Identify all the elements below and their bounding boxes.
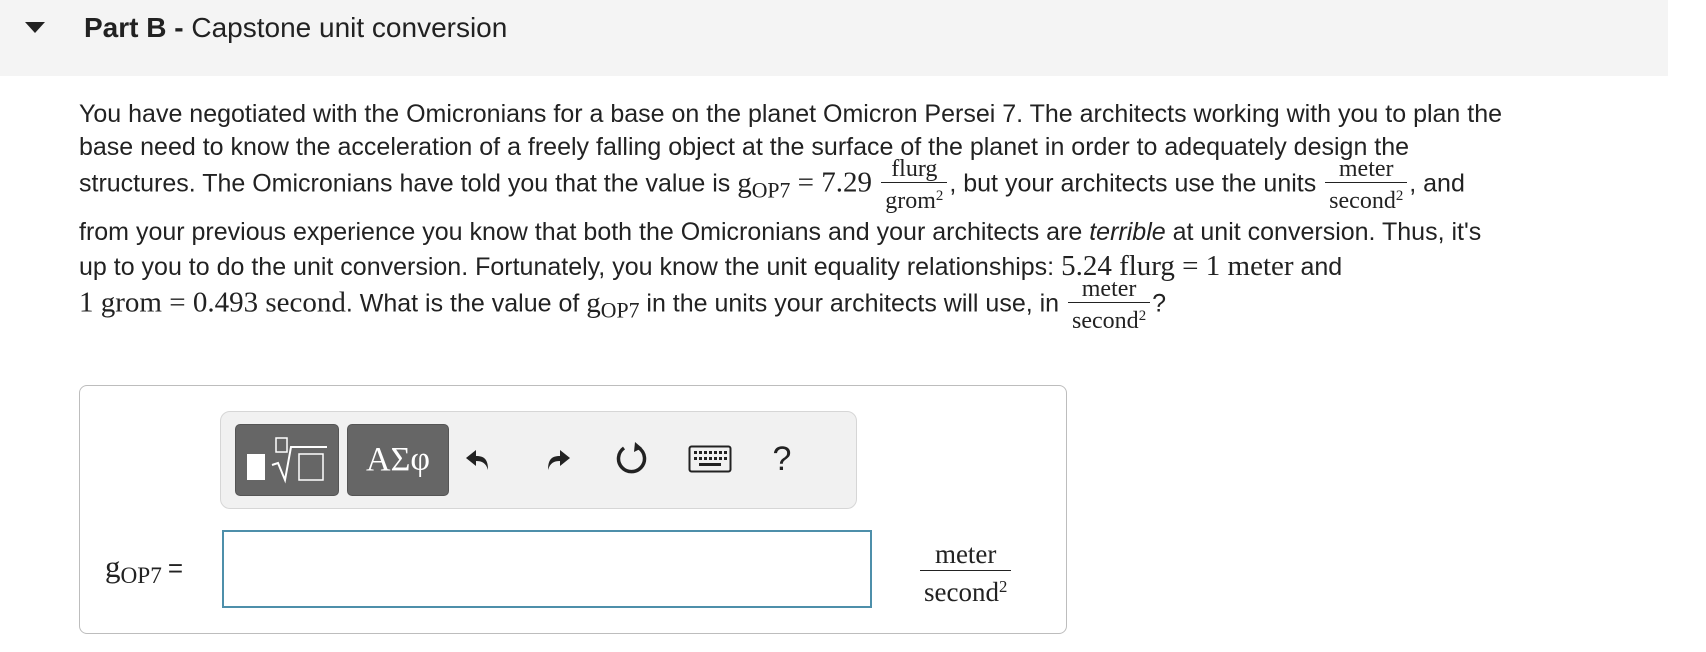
meter-per-second2-fraction: meter second2 — [1325, 156, 1408, 214]
g-op7-symbol-2: gOP7 — [586, 286, 640, 323]
answer-label: gOP7 = — [105, 549, 184, 589]
keyboard-icon[interactable] — [683, 432, 737, 486]
meter-per-second2-fraction-2: meter second2 — [1068, 276, 1151, 334]
part-title: Part B - Capstone unit conversion — [84, 12, 507, 44]
redo-icon[interactable] — [529, 432, 583, 486]
g-op7-symbol: gOP7 — [737, 166, 791, 203]
answer-box: ΑΣφ ? gOP7 = meter second2 — [79, 385, 1067, 634]
reset-icon[interactable] — [605, 432, 659, 486]
problem-line-4: from your previous experience you know t… — [79, 218, 1482, 246]
problem-line-6: 1 grom = 0.493 second. What is the value… — [79, 276, 1167, 335]
part-name: Capstone unit conversion — [191, 12, 508, 43]
problem-line-1: You have negotiated with the Omicronians… — [79, 100, 1503, 128]
flurg-per-grom2-fraction: flurg grom2 — [881, 156, 948, 214]
math-toolbar: ΑΣφ ? — [220, 411, 857, 509]
part-header: Part B - Capstone unit conversion — [0, 0, 1668, 76]
problem-line-3: structures. The Omicronians have told yo… — [79, 156, 1465, 215]
templates-button[interactable] — [235, 424, 339, 496]
part-label: Part B - — [84, 12, 184, 43]
answer-units: meter second2 — [918, 538, 1013, 608]
templates-icon — [247, 437, 327, 484]
help-icon[interactable]: ? — [755, 432, 809, 486]
relation-grom-second: 1 grom = 0.493 second — [79, 286, 346, 319]
symbols-button[interactable]: ΑΣφ — [347, 424, 449, 496]
answer-unit-fraction: meter second2 — [920, 538, 1012, 608]
collapse-caret-icon[interactable] — [25, 22, 45, 33]
undo-icon[interactable] — [453, 432, 507, 486]
answer-input[interactable] — [222, 530, 872, 608]
